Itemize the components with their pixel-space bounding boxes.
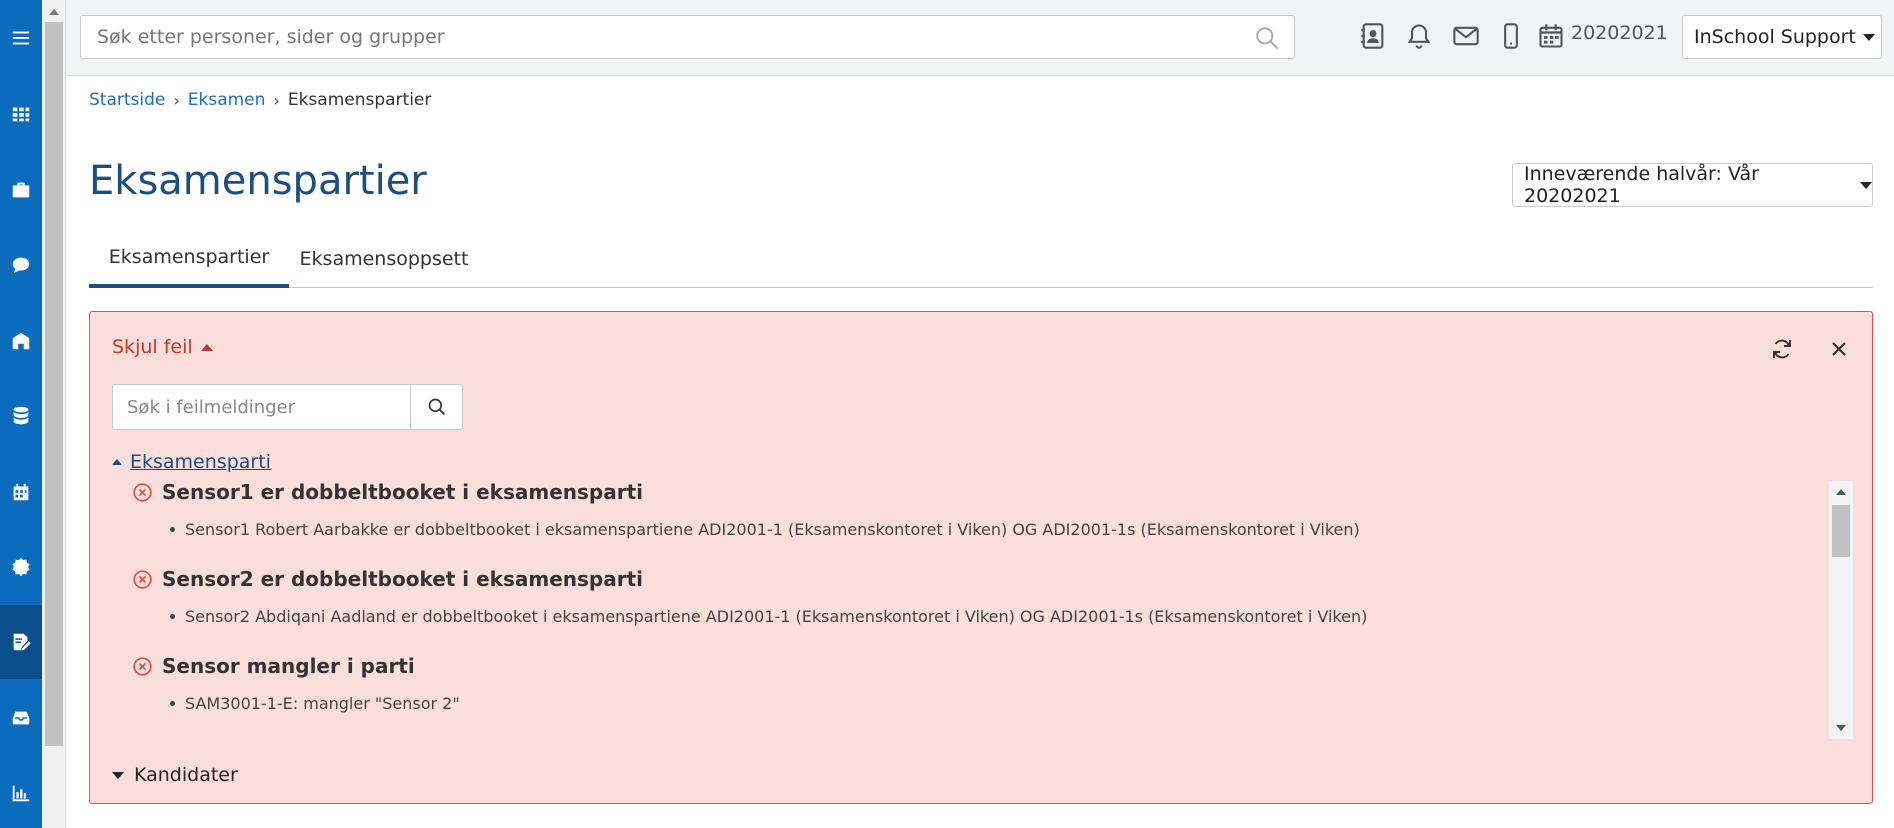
page-scrollbar[interactable] bbox=[42, 0, 66, 828]
error-detail: Sensor1 Robert Aarbakke er dobbeltbooket… bbox=[185, 520, 1360, 539]
error-title: Sensor1 er dobbeltbooket i eksamensparti bbox=[162, 480, 644, 504]
edit-document-icon bbox=[13, 633, 31, 651]
sidebar-item-work[interactable] bbox=[0, 153, 42, 227]
calendar-icon bbox=[13, 483, 29, 501]
error-circle-icon bbox=[133, 482, 152, 502]
bullet bbox=[170, 527, 175, 532]
scroll-up-arrow-icon[interactable] bbox=[1836, 489, 1846, 495]
refresh-icon bbox=[1773, 339, 1791, 359]
sidebar-item-inbox[interactable] bbox=[0, 681, 42, 755]
contact-card-icon bbox=[1361, 23, 1384, 49]
error-list-scrollbar[interactable] bbox=[1829, 481, 1853, 739]
grid-icon bbox=[12, 107, 30, 122]
list-item: Sensor mangler i parti SAM3001-1-E: mang… bbox=[132, 654, 460, 713]
error-list: Sensor1 er dobbeltbooket i eksamensparti… bbox=[112, 480, 1831, 738]
error-panel: Skjul feil Eksamensparti Sensor1 er dobb… bbox=[89, 311, 1873, 804]
page-title: Eksamenspartier bbox=[89, 158, 427, 204]
bell-icon bbox=[1407, 24, 1431, 49]
bar-chart-icon bbox=[12, 785, 30, 802]
group-label: Eksamensparti bbox=[130, 451, 271, 473]
messages-button[interactable] bbox=[1451, 20, 1481, 52]
sidebar-item-messages[interactable] bbox=[0, 228, 42, 302]
group-label: Kandidater bbox=[134, 764, 238, 786]
search-icon bbox=[428, 398, 445, 416]
error-title: Sensor mangler i parti bbox=[162, 654, 415, 678]
refresh-button[interactable] bbox=[1767, 334, 1797, 364]
hide-errors-label: Skjul feil bbox=[112, 336, 193, 358]
error-detail: SAM3001-1-E: mangler "Sensor 2" bbox=[185, 694, 460, 713]
caret-down-icon bbox=[112, 771, 124, 779]
breadcrumb-eksamen[interactable]: Eksamen bbox=[188, 90, 266, 110]
mobile-icon bbox=[1504, 23, 1518, 49]
sidebar-item-calendar[interactable] bbox=[0, 455, 42, 529]
bullet bbox=[170, 614, 175, 619]
list-item: Sensor1 er dobbeltbooket i eksamensparti… bbox=[132, 480, 1360, 539]
page-scrollbar-thumb[interactable] bbox=[45, 22, 63, 746]
sidebar-rail bbox=[0, 0, 42, 828]
chevron-down-icon bbox=[1860, 181, 1872, 189]
caret-up-icon bbox=[112, 459, 122, 465]
tab-eksamensoppsett[interactable]: Eksamensoppsett bbox=[299, 230, 469, 288]
menu-icon bbox=[12, 31, 30, 45]
sidebar-item-exam[interactable] bbox=[0, 605, 42, 679]
error-title: Sensor2 er dobbeltbooket i eksamensparti bbox=[162, 567, 644, 591]
chat-icon bbox=[12, 257, 30, 274]
calendar-button[interactable] bbox=[1536, 20, 1566, 52]
contacts-button[interactable] bbox=[1358, 20, 1388, 52]
tab-eksamenspartier[interactable]: Eksamenspartier bbox=[89, 230, 289, 288]
school-year-label[interactable]: 20202021 bbox=[1571, 22, 1668, 44]
sidebar-item-school[interactable] bbox=[0, 304, 42, 378]
sidebar-item-badge[interactable] bbox=[0, 530, 42, 604]
error-detail: Sensor2 Abdiqani Aadland er dobbeltbooke… bbox=[185, 607, 1368, 626]
badge-icon bbox=[12, 557, 30, 577]
school-icon bbox=[12, 332, 30, 350]
chevron-right-icon: › bbox=[273, 90, 280, 110]
scroll-down-arrow-icon[interactable] bbox=[1836, 725, 1846, 731]
sidebar-item-apps[interactable] bbox=[0, 77, 42, 151]
sidebar-item-menu[interactable] bbox=[0, 1, 42, 75]
breadcrumb: Startside › Eksamen › Eksamenspartier bbox=[89, 90, 431, 110]
chevron-down-icon bbox=[1862, 33, 1875, 41]
breadcrumb-current: Eksamenspartier bbox=[287, 90, 432, 110]
group-kandidater-toggle[interactable]: Kandidater bbox=[112, 764, 238, 786]
bullet bbox=[170, 701, 175, 706]
group-eksamensparti-toggle[interactable]: Eksamensparti bbox=[112, 451, 271, 473]
list-item: Sensor2 er dobbeltbooket i eksamensparti… bbox=[132, 567, 1367, 626]
sidebar-item-data[interactable] bbox=[0, 379, 42, 453]
scroll-up-arrow-icon[interactable] bbox=[49, 9, 59, 15]
briefcase-icon bbox=[12, 182, 30, 198]
error-circle-icon bbox=[133, 569, 152, 589]
sidebar-item-reports[interactable] bbox=[0, 756, 42, 828]
mail-icon bbox=[1453, 26, 1479, 46]
error-search-input[interactable] bbox=[127, 395, 397, 419]
semester-select-value: Inneværende halvår: Vår 20202021 bbox=[1524, 163, 1759, 207]
calendar-icon bbox=[1539, 24, 1563, 48]
breadcrumb-startside[interactable]: Startside bbox=[89, 90, 165, 110]
global-search bbox=[80, 15, 1295, 59]
error-circle-icon bbox=[133, 656, 152, 676]
chevron-right-icon: › bbox=[173, 90, 180, 110]
error-search-button[interactable] bbox=[410, 385, 462, 429]
search-icon[interactable] bbox=[1254, 25, 1280, 51]
top-bar: 20202021 InSchool Support bbox=[66, 0, 1894, 76]
tab-bar: Eksamenspartier Eksamensoppsett bbox=[89, 230, 1873, 288]
error-search bbox=[112, 384, 463, 430]
error-list-scrollbar-thumb[interactable] bbox=[1832, 505, 1850, 557]
database-icon bbox=[13, 406, 29, 425]
close-icon bbox=[1832, 342, 1846, 356]
mobile-button[interactable] bbox=[1496, 20, 1526, 52]
notifications-button[interactable] bbox=[1404, 20, 1434, 52]
user-name: InSchool Support bbox=[1694, 26, 1856, 48]
user-menu[interactable]: InSchool Support bbox=[1682, 15, 1882, 59]
global-search-input[interactable] bbox=[97, 24, 1217, 50]
inbox-icon bbox=[12, 711, 30, 725]
close-panel-button[interactable] bbox=[1824, 334, 1854, 364]
hide-errors-toggle[interactable]: Skjul feil bbox=[112, 336, 213, 358]
chevron-up-icon bbox=[200, 343, 213, 351]
semester-select[interactable]: Inneværende halvår: Vår 20202021 bbox=[1512, 163, 1873, 207]
